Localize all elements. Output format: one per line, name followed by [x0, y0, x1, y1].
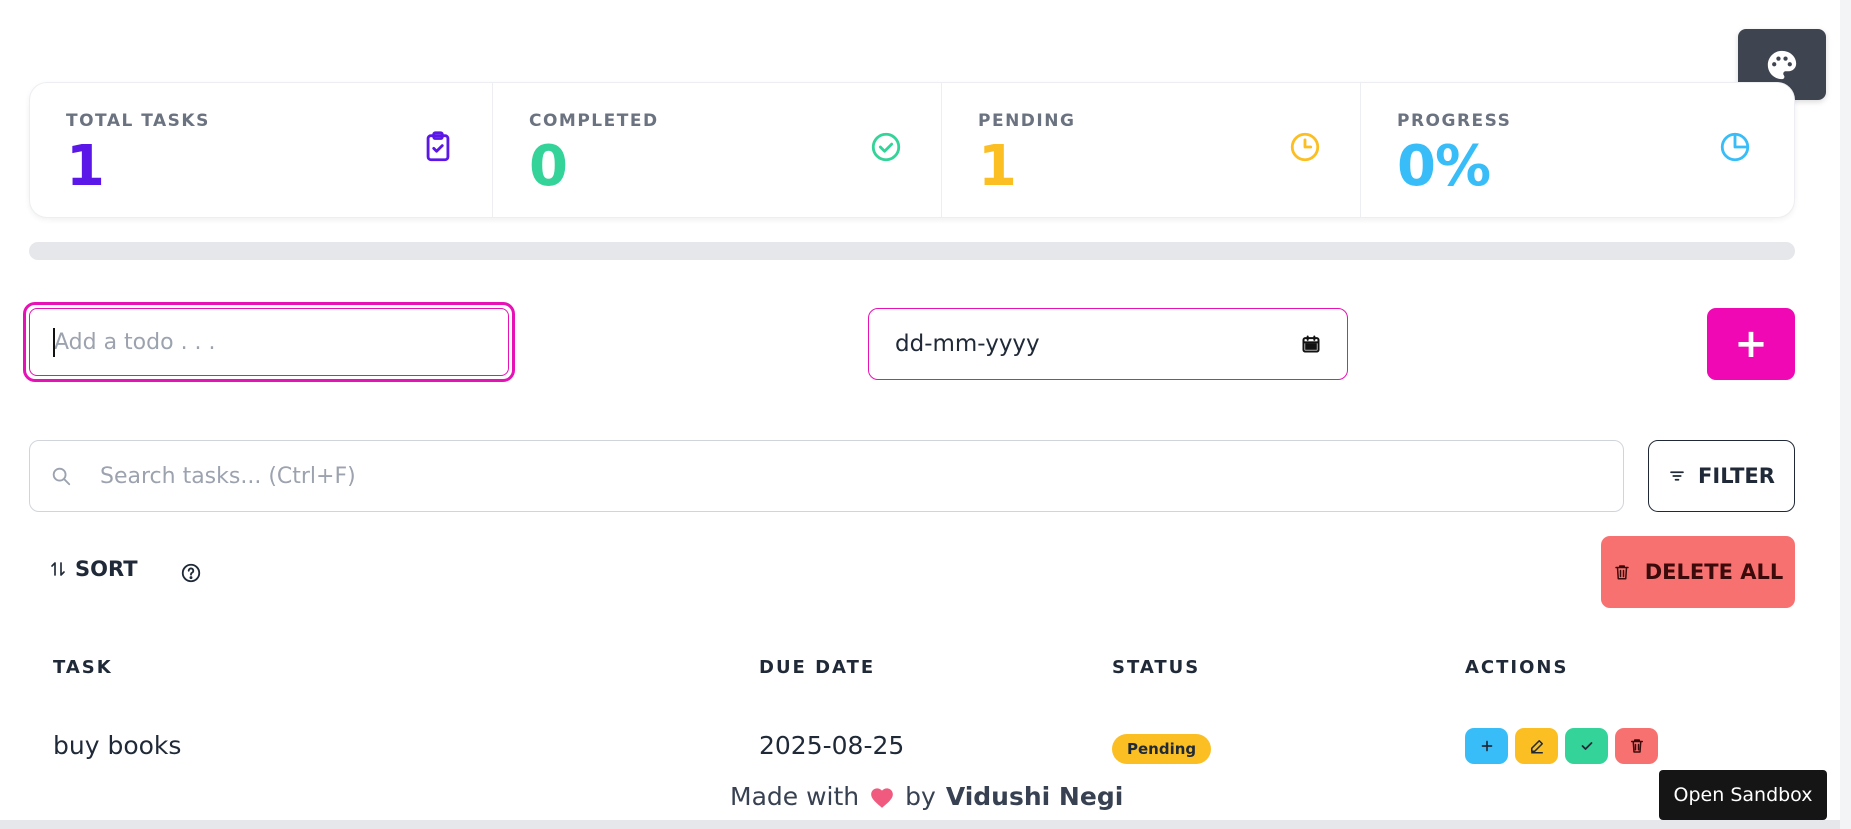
text-caret	[53, 328, 55, 357]
delete-all-label: DELETE ALL	[1644, 560, 1784, 584]
stat-value: 1	[66, 134, 105, 199]
search-placeholder: Search tasks... (Ctrl+F)	[100, 463, 356, 489]
column-header-status: STATUS	[1112, 657, 1201, 678]
calendar-icon[interactable]	[1301, 334, 1321, 354]
clock-icon	[1290, 132, 1320, 162]
footer-author: Vidushi Negi	[945, 782, 1124, 811]
check-circle-icon	[871, 132, 901, 162]
search-input[interactable]: Search tasks... (Ctrl+F)	[29, 440, 1624, 512]
search-icon	[52, 467, 71, 486]
task-due-date: 2025-08-25	[759, 731, 905, 760]
footer: Made with by Vidushi Negi	[730, 782, 1123, 811]
filter-label: FILTER	[1698, 464, 1775, 488]
heart-icon	[871, 787, 893, 808]
add-subtask-button[interactable]	[1465, 728, 1508, 764]
open-sandbox-button[interactable]: Open Sandbox	[1659, 770, 1827, 820]
footer-by: by	[905, 782, 936, 811]
sort-label: SORT	[75, 557, 138, 581]
edit-task-button[interactable]	[1515, 728, 1558, 764]
column-header-actions: ACTIONS	[1465, 657, 1569, 678]
sort-icon	[51, 562, 65, 576]
sort-button[interactable]: SORT	[49, 557, 138, 581]
stat-label: PROGRESS	[1397, 111, 1512, 131]
stats-card: TOTAL TASKS 1 COMPLETED 0 PENDING 1 PROG…	[29, 82, 1795, 218]
clipboard-check-icon	[426, 131, 450, 162]
column-header-due-date: DUE DATE	[759, 657, 876, 678]
todo-input[interactable]	[29, 308, 509, 376]
horizontal-scrollbar[interactable]	[0, 820, 1851, 829]
pie-chart-icon	[1720, 132, 1750, 162]
status-badge: Pending	[1112, 734, 1212, 764]
vertical-scrollbar[interactable]	[1840, 0, 1851, 829]
stat-label: COMPLETED	[529, 111, 659, 131]
stat-pending: PENDING 1	[942, 83, 1361, 217]
progress-bar	[29, 242, 1795, 260]
delete-all-button[interactable]: DELETE ALL	[1601, 536, 1795, 608]
stat-value: 0%	[1397, 134, 1491, 199]
date-placeholder: dd-mm-yyyy	[895, 331, 1040, 357]
trash-icon	[1630, 739, 1643, 753]
stat-progress: PROGRESS 0%	[1361, 83, 1794, 217]
complete-task-button[interactable]	[1565, 728, 1608, 764]
footer-prefix: Made with	[730, 782, 860, 811]
task-name: buy books	[53, 731, 182, 760]
column-header-task: TASK	[53, 657, 113, 678]
trash-icon	[1615, 565, 1629, 580]
delete-task-button[interactable]	[1615, 728, 1658, 764]
plus-icon: +	[1734, 321, 1768, 367]
due-date-input[interactable]: dd-mm-yyyy	[868, 308, 1348, 380]
help-icon[interactable]	[180, 562, 202, 584]
pencil-icon	[1530, 740, 1543, 754]
filter-icon	[1670, 471, 1684, 481]
todo-input-focus-ring	[23, 302, 515, 382]
stat-value: 0	[529, 134, 568, 199]
stat-label: TOTAL TASKS	[66, 111, 210, 131]
open-sandbox-label: Open Sandbox	[1673, 784, 1813, 806]
check-icon	[1581, 742, 1592, 750]
stat-completed: COMPLETED 0	[493, 83, 942, 217]
palette-icon	[1767, 50, 1797, 79]
add-todo-button[interactable]: +	[1707, 308, 1795, 380]
stat-label: PENDING	[978, 111, 1076, 131]
plus-icon	[1481, 740, 1492, 752]
stat-total-tasks: TOTAL TASKS 1	[30, 83, 493, 217]
filter-button[interactable]: FILTER	[1648, 440, 1795, 512]
stat-value: 1	[978, 134, 1017, 199]
